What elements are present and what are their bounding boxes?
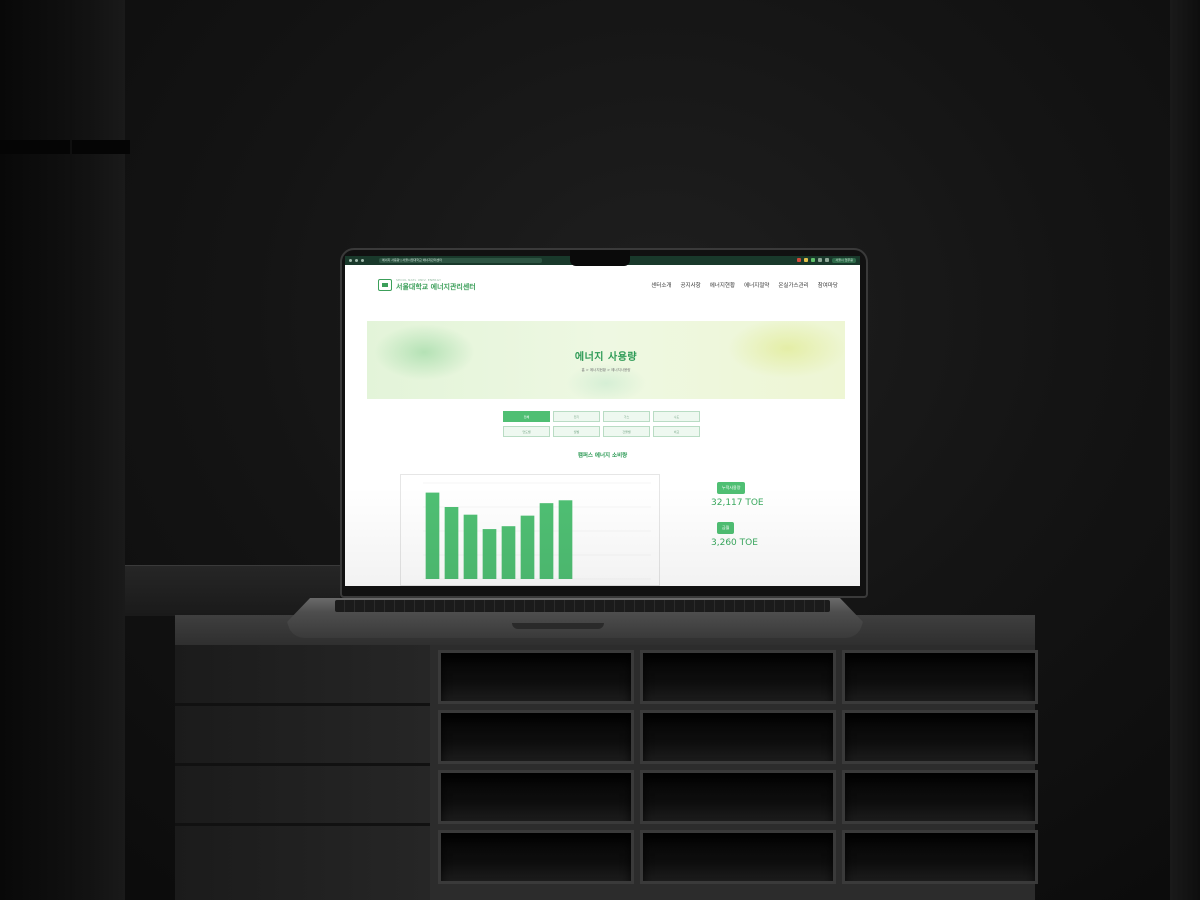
extension-icon[interactable] <box>797 258 802 262</box>
category-tabs: 전체 전기 가스 수도 연도별 월별 건물별 비교 <box>503 411 860 437</box>
cabinet-cubby <box>640 650 836 704</box>
logo-title: 서울대학교 에너지관리센터 <box>396 283 476 291</box>
tab-electricity[interactable]: 전기 <box>553 411 600 422</box>
nav-item[interactable]: 공지사항 <box>681 281 701 289</box>
cabinet-cubby <box>842 650 1038 704</box>
nav-item[interactable]: 참여마당 <box>818 281 838 289</box>
chart-bar[interactable] <box>482 529 497 579</box>
cabinet-side-line <box>175 823 430 826</box>
extension-icon[interactable] <box>804 258 809 262</box>
cabinet-cubby <box>640 770 836 824</box>
nav-item[interactable]: 온실가스관리 <box>778 281 808 289</box>
lid-opening-notch <box>512 623 604 629</box>
nav-item[interactable]: 센터소개 <box>651 281 671 289</box>
left-wall <box>0 0 125 900</box>
chart-bar[interactable] <box>558 500 573 579</box>
tab-water[interactable]: 수도 <box>653 411 700 422</box>
page-title: 에너지 사용량 <box>574 351 638 363</box>
section-title: 캠퍼스 에너지 소비량 <box>577 453 628 459</box>
cabinet-side-line <box>175 763 430 766</box>
cabinet-cubby <box>438 710 634 764</box>
chart-canvas <box>423 482 651 580</box>
chart-bar[interactable] <box>444 507 459 579</box>
cabinet-cubby <box>640 830 836 884</box>
tab-gas[interactable]: 가스 <box>603 411 650 422</box>
extension-icon[interactable] <box>818 258 823 262</box>
chart-bar[interactable] <box>539 503 554 579</box>
scene: 에너지 사용량 | 서울시립대학교 에너지관리센터 서울시 업무용 SEOUL … <box>0 0 1200 900</box>
keyboard <box>335 600 830 612</box>
logo[interactable]: SEOUL NATL UNIV. ENERGY 서울대학교 에너지관리센터 <box>396 278 476 292</box>
stat-label-total: 누적사용량 <box>717 482 746 494</box>
tab-building[interactable]: 건물별 <box>603 426 650 437</box>
stat-value-total: 32,117 TOE <box>711 498 764 508</box>
cabinet-cubby <box>438 830 634 884</box>
chart-bar[interactable] <box>501 526 516 579</box>
stat-label-month: 금월 <box>717 522 735 534</box>
right-wall <box>1170 0 1200 900</box>
energy-bar-chart <box>400 474 660 586</box>
cabinet-front <box>430 645 1038 900</box>
breadcrumb: 홈 > 에너지현황 > 에너지사용량 <box>581 367 631 372</box>
chart-bar[interactable] <box>425 492 440 579</box>
wall-shelf <box>0 140 130 154</box>
address-bar[interactable]: 에너지 사용량 | 서울시립대학교 에너지관리센터 <box>379 258 542 263</box>
wall-edge <box>70 0 72 900</box>
cabinet-cubby <box>438 770 634 824</box>
chart-bar[interactable] <box>463 514 478 579</box>
tab-all[interactable]: 전체 <box>503 411 550 422</box>
tab-yearly[interactable]: 연도별 <box>503 426 550 437</box>
extension-icon[interactable] <box>825 258 830 262</box>
cabinet-side-line <box>175 703 430 706</box>
main-nav: 센터소개 공지사항 에너지현황 에너지절약 온실가스관리 참여마당 <box>651 281 838 289</box>
logo-icon[interactable] <box>378 279 392 291</box>
back-icon[interactable] <box>349 259 352 262</box>
stats-panel: 누적사용량 32,117 TOE 금월 3,260 TOE <box>697 474 777 554</box>
extension-icon[interactable] <box>811 258 816 262</box>
laptop-screen: 에너지 사용량 | 서울시립대학교 에너지관리센터 서울시 업무용 SEOUL … <box>345 256 860 586</box>
stat-value-month: 3,260 TOE <box>711 538 758 548</box>
reload-icon[interactable] <box>361 259 364 262</box>
extension-icons: 서울시 업무용 <box>797 258 856 263</box>
nav-item[interactable]: 에너지절약 <box>744 281 769 289</box>
cabinet-side <box>175 645 430 900</box>
profile-button[interactable]: 서울시 업무용 <box>832 258 856 263</box>
chart-bar[interactable] <box>520 515 535 579</box>
cabinet-cubby <box>640 710 836 764</box>
camera-notch <box>570 250 630 266</box>
forward-icon[interactable] <box>355 259 358 262</box>
cabinet-cubby <box>842 710 1038 764</box>
cabinet-cubby <box>842 830 1038 884</box>
storage-cabinet <box>175 615 1038 900</box>
hero-banner: 에너지 사용량 홈 > 에너지현황 > 에너지사용량 <box>367 321 845 399</box>
site-header: SEOUL NATL UNIV. ENERGY 서울대학교 에너지관리센터 센터… <box>345 265 860 305</box>
tab-monthly[interactable]: 월별 <box>553 426 600 437</box>
cabinet-cubby <box>842 770 1038 824</box>
cabinet-cubby <box>438 650 634 704</box>
nav-item[interactable]: 에너지현황 <box>710 281 735 289</box>
tab-compare[interactable]: 비교 <box>653 426 700 437</box>
